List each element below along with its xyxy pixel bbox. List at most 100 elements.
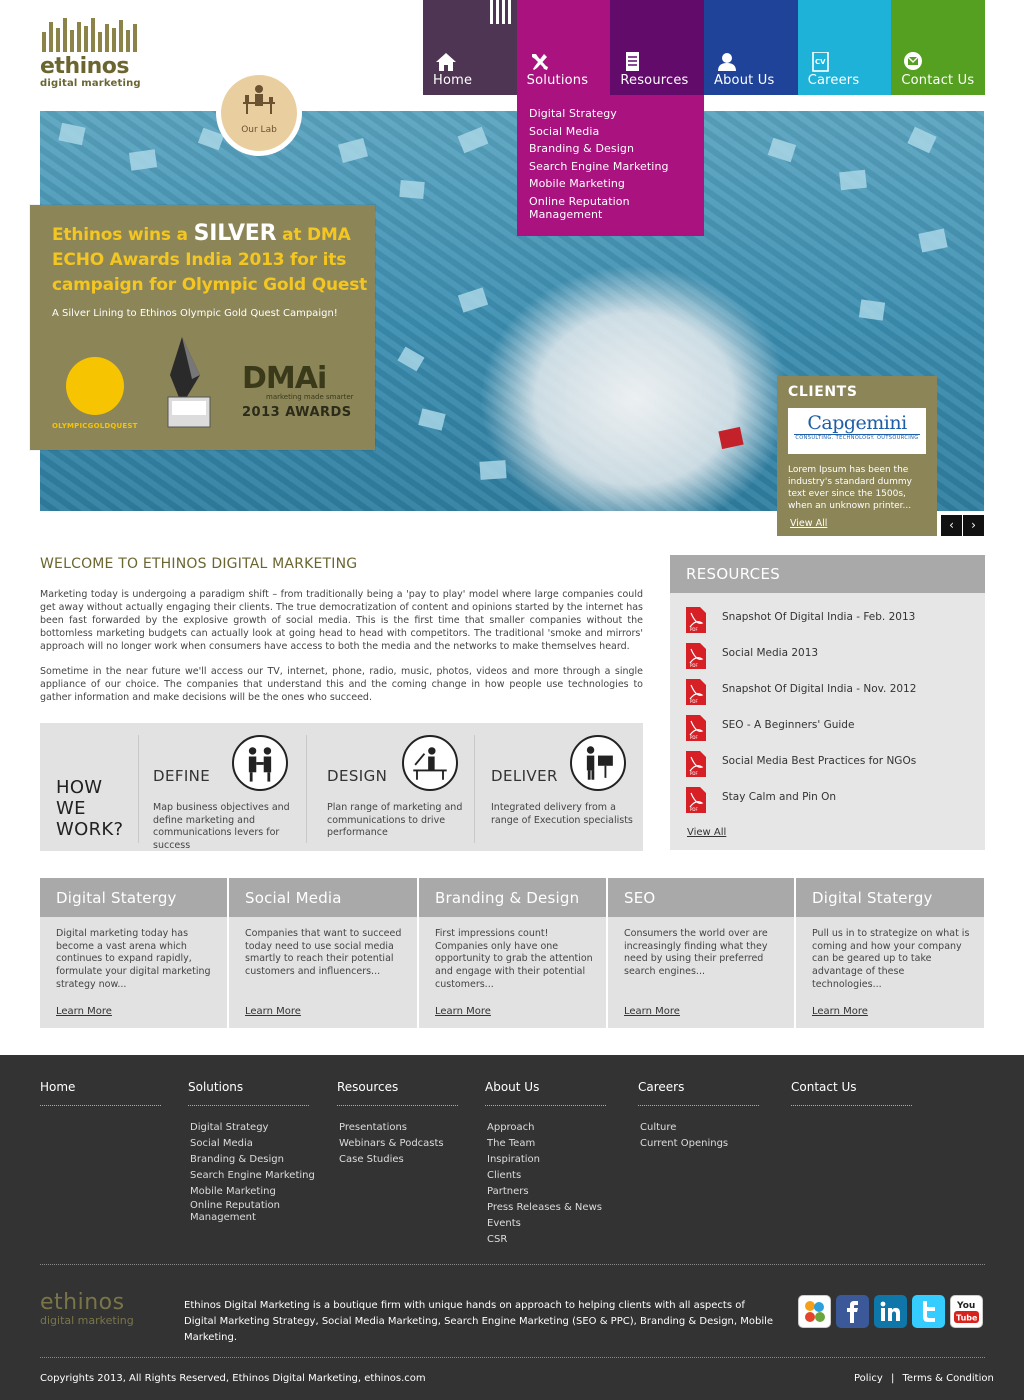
resource-label: Stay Calm and Pin On [722, 791, 837, 803]
nav-about-us[interactable]: About Us [704, 0, 798, 95]
nav-solutions[interactable]: Solutions [516, 0, 611, 95]
linkedin-icon[interactable] [874, 1295, 907, 1328]
mail-icon [904, 52, 923, 70]
footer-link[interactable]: Culture [640, 1120, 759, 1136]
learn-more-link[interactable]: Learn More [624, 1006, 680, 1017]
footer-link[interactable]: Approach [487, 1120, 606, 1136]
footer-link[interactable]: Partners [487, 1184, 606, 1200]
person-icon [718, 53, 737, 71]
footer-link[interactable]: Press Releases & News [487, 1200, 606, 1216]
footer-heading[interactable]: Contact Us [791, 1080, 912, 1106]
logo[interactable]: ethinos digital marketing [40, 18, 150, 98]
svg-text:PDF: PDF [690, 663, 698, 668]
resource-item[interactable]: PDF Social Media Best Practices for NGOs [686, 751, 916, 781]
footer-col-resources: Resources Presentations Webinars & Podca… [337, 1080, 458, 1168]
dmai-tagline: marketing made smarter [266, 393, 354, 401]
footer-link[interactable]: Case Studies [339, 1152, 458, 1168]
resource-item[interactable]: PDF Stay Calm and Pin On [686, 787, 836, 817]
slider-next-button[interactable]: › [963, 515, 984, 536]
service-card-text: Digital marketing today has become a vas… [56, 928, 211, 990]
slider-prev-button[interactable]: ‹ [941, 515, 962, 536]
resource-label: Social Media Best Practices for NGOs [722, 755, 917, 767]
youtube-icon[interactable]: You Tube [950, 1295, 983, 1328]
footer-link[interactable]: Social Media [190, 1136, 315, 1152]
resource-item[interactable]: PDF Snapshot Of Digital India - Feb. 201… [686, 607, 915, 637]
footer-logo[interactable]: ethinos digital marketing [40, 1292, 134, 1328]
footer-link[interactable]: Inspiration [487, 1152, 606, 1168]
resource-item[interactable]: PDF Social Media 2013 [686, 643, 818, 673]
copyright-text: Copyrights 2013, All Rights Reserved, Et… [40, 1373, 426, 1384]
lab-icon [243, 85, 275, 114]
olympic-gold-quest-label: OLYMPICGOLDQUEST [52, 422, 138, 430]
resource-label: Snapshot Of Digital India - Nov. 2012 [722, 683, 917, 695]
svg-text:CV: CV [815, 58, 826, 66]
footer-link[interactable]: Events [487, 1216, 606, 1232]
learn-more-link[interactable]: Learn More [56, 1006, 112, 1017]
footer-col-solutions: Solutions Digital Strategy Social Media … [188, 1080, 315, 1224]
footer-link[interactable]: Webinars & Podcasts [339, 1136, 458, 1152]
footer-link[interactable]: Presentations [339, 1120, 458, 1136]
learn-more-link[interactable]: Learn More [245, 1006, 301, 1017]
facebook-icon[interactable] [836, 1295, 869, 1328]
resource-item[interactable]: PDF Snapshot Of Digital India - Nov. 201… [686, 679, 916, 709]
learn-more-link[interactable]: Learn More [812, 1006, 868, 1017]
award-title: Ethinos wins a SILVER at DMA ECHO Awards… [52, 221, 372, 298]
pdf-icon: PDF [686, 715, 706, 741]
twitter-icon[interactable] [912, 1295, 945, 1328]
service-card-digital-strategy: Digital Statergy Digital marketing today… [40, 878, 227, 1028]
nav-resources-label: Resources [620, 73, 689, 88]
terms-link[interactable]: Terms & Condition [903, 1373, 994, 1384]
dropdown-item-branding-design[interactable]: Branding & Design [529, 142, 692, 155]
dropdown-item-online-reputation-management[interactable]: Online Reputation Management [529, 195, 649, 221]
client-logo-name: Capgemini [807, 412, 907, 434]
footer-link[interactable]: The Team [487, 1136, 606, 1152]
footer-heading[interactable]: Careers [638, 1080, 759, 1106]
nav-resources[interactable]: Resources [610, 0, 705, 95]
dropdown-item-social-media[interactable]: Social Media [529, 125, 692, 138]
policy-link[interactable]: Policy [854, 1373, 883, 1384]
nav-contact-us[interactable]: Contact Us [891, 0, 986, 95]
how-step-description: Map business objectives and define marke… [153, 802, 290, 851]
dropdown-item-mobile-marketing[interactable]: Mobile Marketing [529, 177, 692, 190]
how-title-line: WE [56, 798, 86, 819]
footer-link[interactable]: Current Openings [640, 1136, 759, 1152]
award-subtitle: A Silver Lining to Ethinos Olympic Gold … [52, 308, 338, 319]
svg-text:PDF: PDF [690, 807, 698, 812]
document-icon [626, 52, 640, 71]
stumbleupon-icon[interactable] [798, 1295, 831, 1328]
nav-home-label: Home [433, 73, 473, 88]
our-lab-button[interactable]: Our Lab [216, 70, 302, 156]
footer-link[interactable]: Search Engine Marketing [190, 1168, 315, 1184]
nav-solutions-label: Solutions [526, 73, 589, 88]
footer-heading[interactable]: Home [40, 1080, 161, 1106]
footer-link[interactable]: Branding & Design [190, 1152, 315, 1168]
service-card-title: SEO [608, 878, 794, 917]
learn-more-link[interactable]: Learn More [435, 1006, 491, 1017]
welcome-paragraph-2: Sometime in the near future we'll access… [40, 666, 643, 703]
footer-link[interactable]: Online Reputation Management [190, 1200, 290, 1224]
footer-heading[interactable]: About Us [485, 1080, 606, 1106]
dropdown-item-search-engine-marketing[interactable]: Search Engine Marketing [529, 160, 692, 173]
svg-text:PDF: PDF [690, 627, 698, 632]
resource-item[interactable]: PDF SEO - A Beginners' Guide [686, 715, 854, 745]
tools-icon [531, 54, 548, 70]
footer-link[interactable]: Clients [487, 1168, 606, 1184]
footer-col-about-us: About Us Approach The Team Inspiration C… [485, 1080, 606, 1248]
clients-title: CLIENTS [788, 384, 858, 400]
clients-view-all-link[interactable]: View All [790, 518, 827, 529]
service-card-title: Digital Statergy [40, 878, 227, 917]
nav-careers[interactable]: CV Careers [797, 0, 892, 95]
award-panel[interactable]: Ethinos wins a SILVER at DMA ECHO Awards… [30, 205, 375, 450]
footer-heading[interactable]: Resources [337, 1080, 458, 1106]
footer-link[interactable]: Mobile Marketing [190, 1184, 315, 1200]
footer-link[interactable]: CSR [487, 1232, 606, 1248]
footer-heading[interactable]: Solutions [188, 1080, 309, 1106]
service-cards: Digital Statergy Digital marketing today… [40, 878, 984, 1028]
footer-link[interactable]: Digital Strategy [190, 1120, 315, 1136]
footer-divider [40, 1264, 985, 1265]
service-card-text: Pull us in to strategize on what is comi… [812, 928, 970, 990]
dropdown-item-digital-strategy[interactable]: Digital Strategy [529, 107, 692, 120]
resources-view-all-link[interactable]: View All [687, 827, 726, 838]
how-we-work-panel: HOW WE WORK? DEFINE Map business objecti… [40, 723, 643, 851]
service-card-text: Companies that want to succeed today nee… [245, 928, 402, 978]
